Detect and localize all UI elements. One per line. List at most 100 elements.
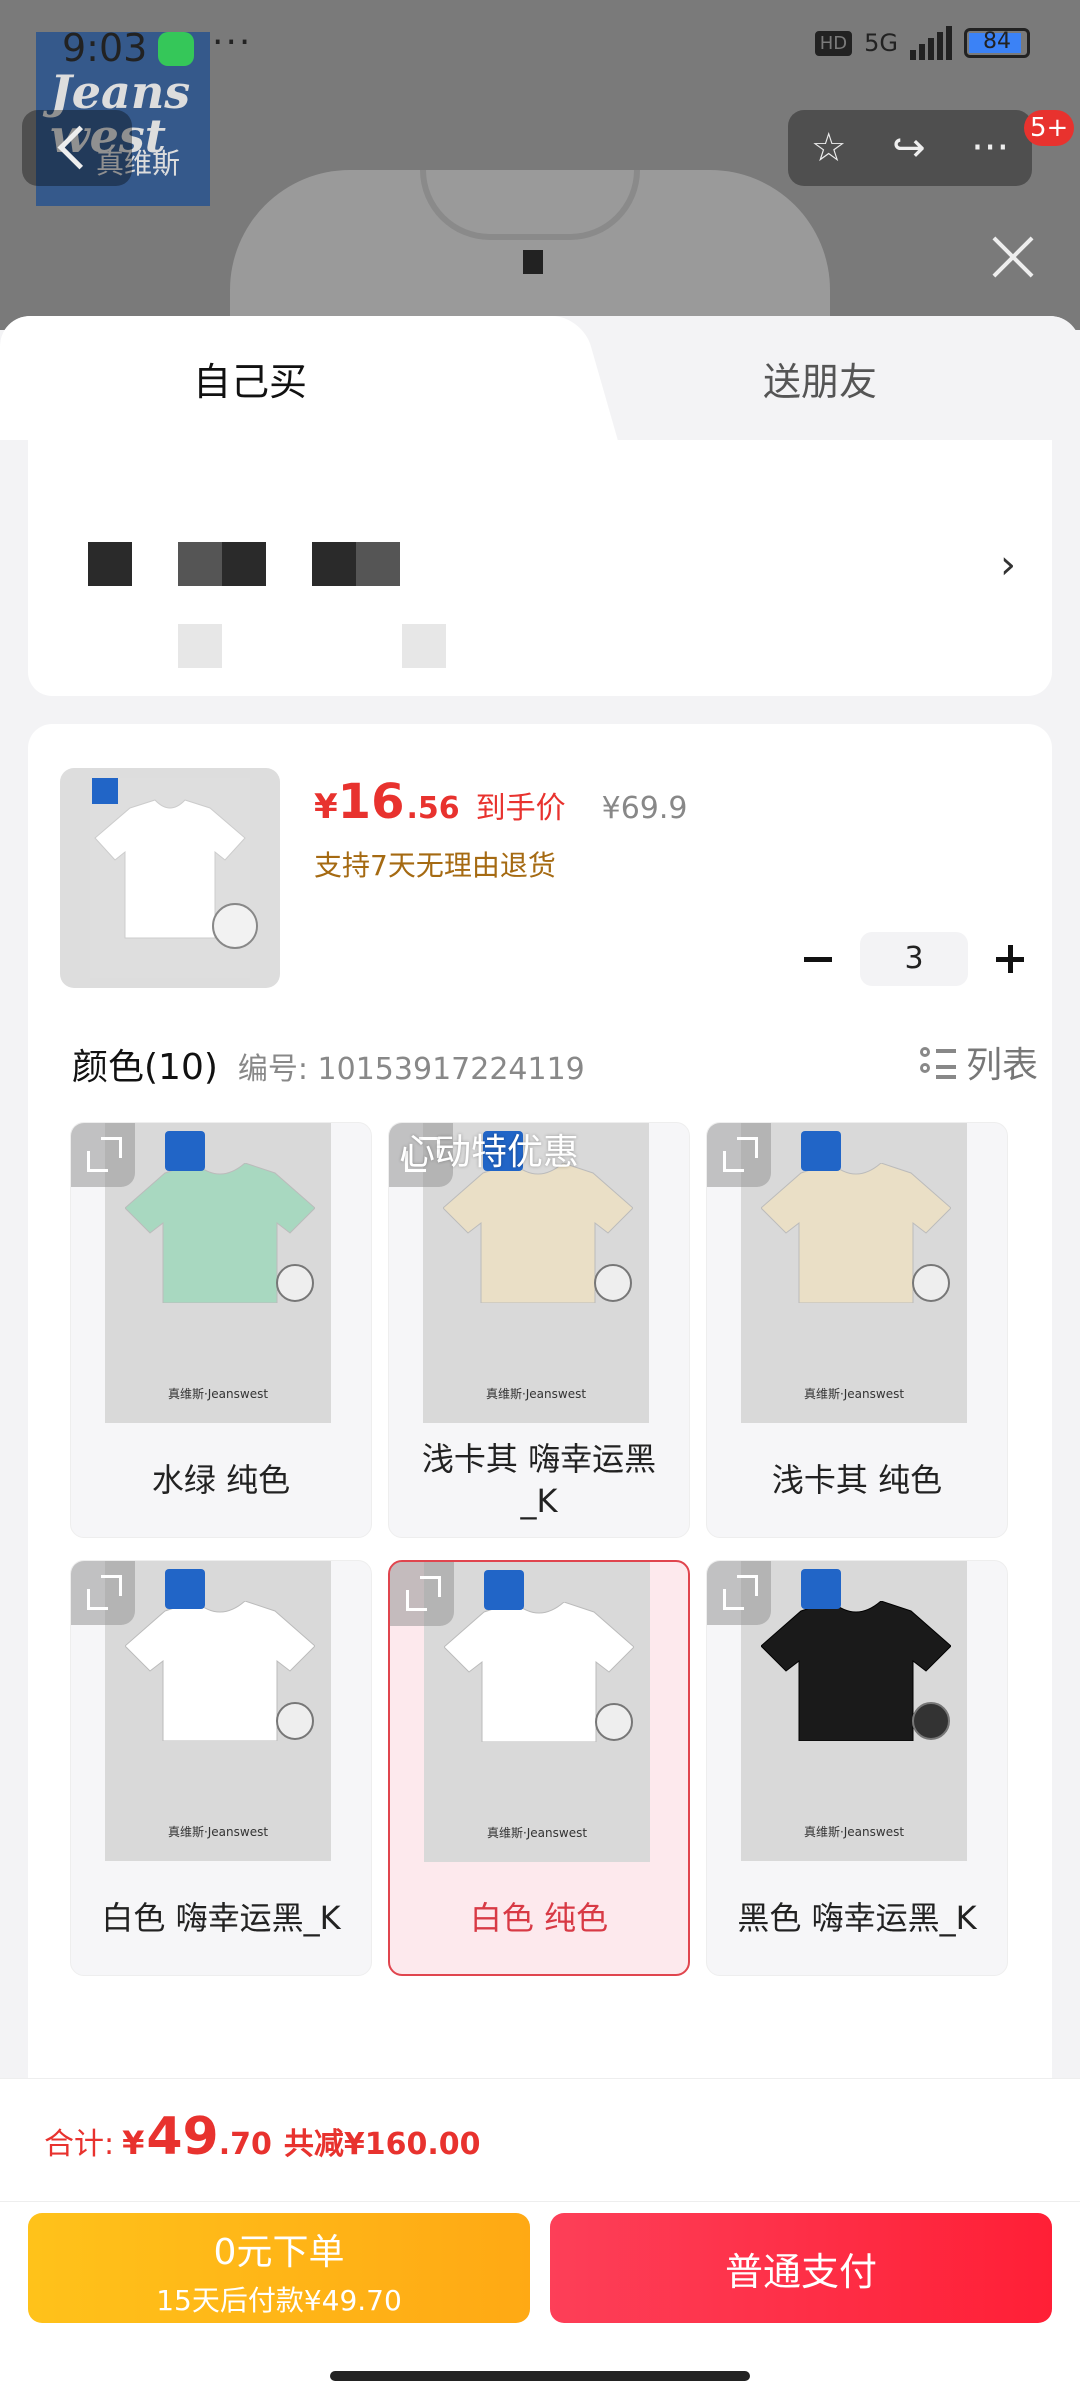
color-option-image: 真维斯·Jeanswest — [741, 1123, 967, 1423]
color-option-image: 真维斯·Jeanswest — [424, 1562, 650, 1862]
color-option-label: 白色 嗨幸运黑_K — [101, 1899, 341, 1937]
image-caption: 真维斯·Jeanswest — [167, 1387, 269, 1401]
return-policy: 支持7天无理由退货 — [314, 849, 556, 882]
price-row: ¥ 16 .56 到手价 ¥69.9 — [314, 774, 688, 830]
promo-overlay-text: 心动特优惠 — [399, 1132, 580, 1173]
chevron-right-icon: › — [1000, 542, 1016, 588]
color-option-image: 真维斯·Jeanswest — [741, 1561, 967, 1861]
color-option[interactable]: 真维斯·Jeanswest 白色 嗨幸运黑_K — [70, 1560, 372, 1976]
color-grid: 真维斯·Jeanswest 水绿 纯色 真维斯·Jeanswest 浅卡其 嗨幸运黑_… — [70, 1122, 1008, 1976]
price-integer: 16 — [337, 774, 405, 830]
plus-icon[interactable] — [990, 939, 1030, 979]
cart-badge: 5+ — [1024, 110, 1075, 146]
brand-watermark-icon — [801, 1569, 841, 1609]
color-option[interactable]: 真维斯·Jeanswest 黑色 嗨幸运黑_K — [706, 1560, 1008, 1976]
expand-icon[interactable] — [707, 1561, 771, 1625]
price-tag: 到手价 — [475, 791, 566, 826]
color-option-label: 浅卡其 纯色 — [771, 1461, 943, 1499]
top-actions: ☆ ↪ ··· — [788, 110, 1032, 186]
quantity-value[interactable]: 3 — [860, 932, 968, 986]
expand-icon[interactable] — [71, 1123, 135, 1187]
brand-watermark-icon — [165, 1131, 205, 1171]
total-currency: ¥ — [122, 2124, 145, 2162]
expand-icon[interactable] — [71, 1561, 135, 1625]
address-redacted — [222, 542, 266, 586]
star-icon[interactable]: ☆ — [811, 125, 847, 171]
list-view-label: 列表 — [965, 1045, 1038, 1086]
list-view-toggle[interactable]: 列表 — [919, 1036, 1038, 1088]
brand-watermark-icon — [801, 1131, 841, 1171]
total-integer: 49 — [146, 2107, 219, 2167]
purchase-tabs: 送朋友 自己买 — [0, 316, 1080, 440]
image-caption: 真维斯·Jeanswest — [803, 1387, 905, 1401]
minus-icon[interactable] — [798, 939, 838, 979]
address-redacted — [356, 542, 400, 586]
expand-icon[interactable] — [390, 1562, 454, 1626]
price-currency: ¥ — [314, 787, 338, 827]
tshirt-icon — [125, 1163, 315, 1303]
address-redacted — [312, 542, 356, 586]
battery-level: 84 — [983, 29, 1011, 54]
more-icon[interactable]: ··· — [971, 125, 1009, 171]
color-option-label: 黑色 嗨幸运黑_K — [737, 1899, 977, 1937]
original-price: ¥69.9 — [601, 791, 688, 826]
total-row: 合计: ¥ 49 .70 共减¥160.00 — [44, 2107, 481, 2167]
image-caption: 真维斯·Jeanswest — [803, 1825, 905, 1839]
quantity-stepper: 3 — [798, 932, 1030, 986]
color-option-label: 浅卡其 嗨幸运黑_K — [421, 1440, 657, 1520]
status-more-dots: ··· — [212, 22, 253, 63]
color-option-label: 白色 纯色 — [469, 1899, 609, 1937]
message-notification-icon — [158, 32, 194, 66]
image-caption: 真维斯·Jeanswest — [485, 1387, 587, 1401]
normal-pay-button[interactable]: 普通支付 — [550, 2213, 1052, 2323]
tab-gift-friend[interactable]: 送朋友 — [560, 316, 1080, 440]
color-option[interactable]: 真维斯·Jeanswest 水绿 纯色 — [70, 1122, 372, 1538]
expand-icon[interactable] — [707, 1123, 771, 1187]
network-label: 5G — [864, 29, 898, 57]
total-saved: 共减¥160.00 — [283, 2127, 481, 2162]
address-redacted — [88, 542, 132, 586]
battery-icon: 84 — [964, 28, 1030, 58]
tee-tag — [523, 250, 543, 274]
pay-later-button[interactable]: 0元下单 15天后付款¥49.70 — [28, 2213, 530, 2323]
home-indicator — [330, 2371, 750, 2381]
divider — [0, 2201, 1080, 2202]
total-decimal: .70 — [218, 2127, 272, 2162]
color-option-image: 真维斯·Jeanswest — [105, 1123, 331, 1423]
tshirt-icon — [761, 1163, 951, 1303]
address-card[interactable]: › — [28, 440, 1052, 696]
brand-watermark-icon — [165, 1569, 205, 1609]
tshirt-icon — [443, 1163, 633, 1303]
tshirt-icon — [444, 1602, 634, 1742]
price-decimal: .56 — [406, 791, 460, 826]
product-code: 编号: 10153917224119 — [237, 1052, 585, 1087]
pay-later-title: 0元下单 — [213, 2232, 345, 2273]
address-redacted — [402, 624, 446, 668]
tshirt-icon — [761, 1601, 951, 1741]
color-option[interactable]: 真维斯·Jeanswest 浅卡其 嗨幸运黑_K 心动特优惠 — [388, 1122, 690, 1538]
close-icon[interactable] — [990, 234, 1036, 280]
checkout-bar: 合计: ¥ 49 .70 共减¥160.00 0元下单 15天后付款¥49.70… — [0, 2078, 1080, 2400]
color-option[interactable]: 真维斯·Jeanswest 浅卡其 纯色 — [706, 1122, 1008, 1538]
address-redacted — [178, 542, 222, 586]
image-caption: 真维斯·Jeanswest — [167, 1825, 269, 1839]
tab-buy-self-label: 自己买 — [192, 359, 307, 404]
total-label: 合计: — [44, 2127, 115, 2162]
color-option-image: 真维斯·Jeanswest — [105, 1561, 331, 1861]
status-time: 9:03 — [62, 26, 148, 70]
product-thumbnail[interactable] — [60, 768, 280, 988]
image-caption: 真维斯·Jeanswest — [486, 1826, 588, 1840]
back-button[interactable] — [22, 110, 132, 186]
share-icon[interactable]: ↪ — [892, 125, 926, 171]
brand-watermark-icon — [484, 1570, 524, 1610]
color-option-label: 水绿 纯色 — [151, 1461, 291, 1499]
address-redacted — [178, 624, 222, 668]
hd-icon: HD — [814, 30, 853, 56]
tab-buy-self[interactable]: 自己买 — [0, 316, 560, 440]
pay-later-subtitle: 15天后付款¥49.70 — [156, 2284, 402, 2317]
color-header: 颜色(10) 编号: 10153917224119 列表 — [72, 1036, 1038, 1090]
tshirt-icon — [125, 1601, 315, 1741]
list-icon — [919, 1045, 956, 1079]
color-option[interactable]: 真维斯·Jeanswest 白色 纯色 — [388, 1560, 690, 1976]
color-title: 颜色(10) — [72, 1047, 218, 1088]
